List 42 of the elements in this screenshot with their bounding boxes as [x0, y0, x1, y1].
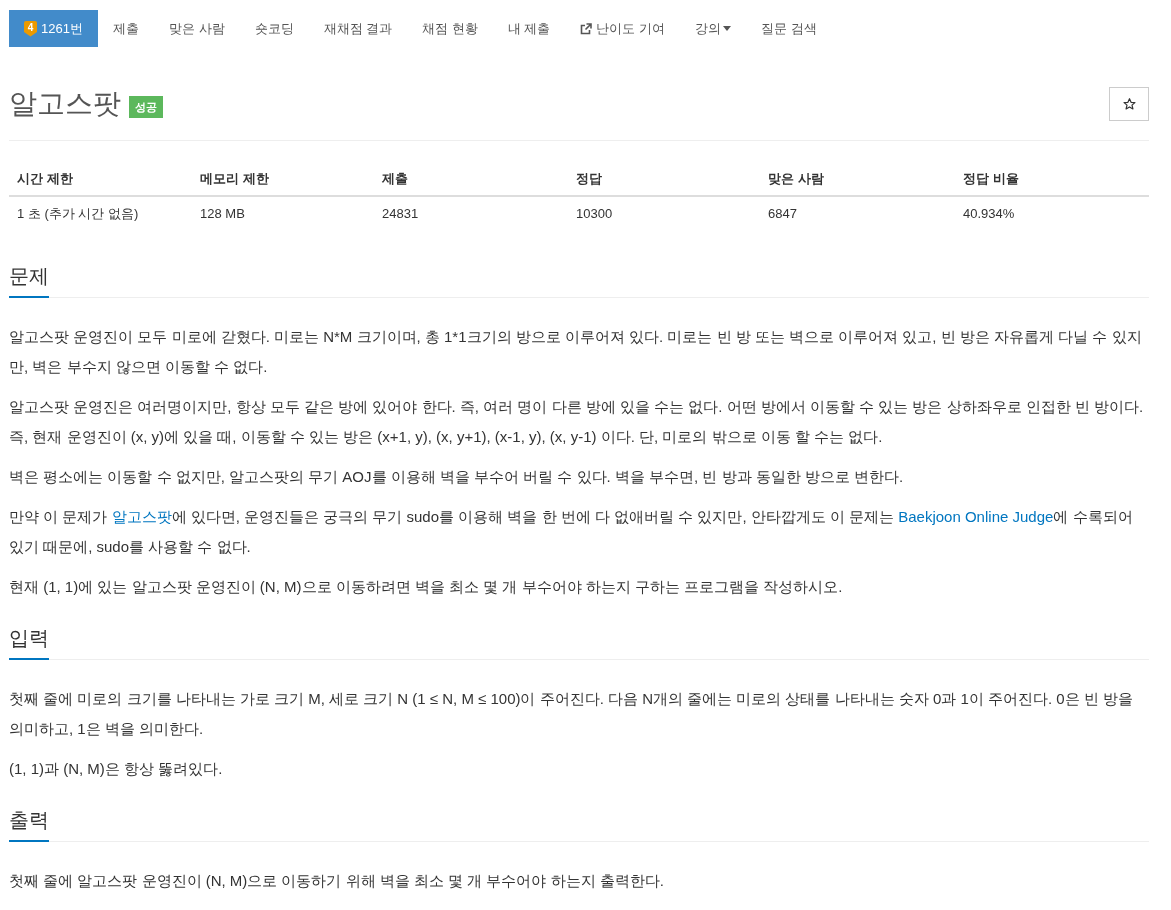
table-cell-text: 10300 — [575, 205, 614, 223]
star-icon — [1122, 98, 1136, 110]
column-header: 시간 제한 — [9, 162, 192, 197]
nav-tab[interactable]: 채점 현황 — [407, 10, 493, 47]
nav-tab[interactable]: 숏코딩 — [239, 10, 309, 47]
description-paragraph: 알고스팟 운영진은 여러명이지만, 항상 모두 같은 방에 있어야 한다. 즉, 여러 명이 다른 방에 있을 수는 없다. 어떤 방에서 이동할 수 있는 방은 상하좌우로 인접한 빈 방이다. 즉, 현재 운영진이 (x, y)에 있을 때, 이동할 수 있는 방은 (x+1, y), (x, y+1), (x-1, y), (x, y-1) 이다. 단, 미로의 밖으로 이동 할 수는 없다. — [9, 397, 1145, 447]
table-cell-text: 1 초 (추가 시간 없음) — [16, 205, 140, 223]
table-cell-text: 6847 — [767, 205, 798, 223]
description-paragraph: 벽은 평소에는 이동할 수 없지만, 알고스팟의 무기 AOJ를 이용해 벽을 부수어 버릴 수 있다. 벽을 부수면, 빈 방과 동일한 방으로 변한다. — [9, 467, 905, 487]
nav-tab[interactable]: 재채점 결과 — [308, 10, 408, 47]
column-header: 맞은 사람 — [760, 162, 955, 197]
star-button[interactable] — [1109, 87, 1149, 121]
description-paragraph: 첫째 줄에 알고스팟 운영진이 (N, M)으로 이동하기 위해 벽을 최소 몇 개 부수어야 하는지 출력한다. — [9, 871, 665, 891]
description-paragraph: 만약 이 문제가 알고스팟에 있다면, 운영진들은 궁극의 무기 sudo를 이용해 벽을 한 번에 다 없애버릴 수 있지만, 안타깝게도 이 문제는 Baekjoon Online Judge에 수록되어 있기 때문에, sudo를 사용할 수 없다. — [9, 507, 1134, 557]
problem-title: 알고스팟 — [9, 87, 121, 121]
nav-tab[interactable]: 난이도 기여 — [565, 10, 681, 47]
table-cell-text: 24831 — [381, 205, 420, 223]
nav-tab[interactable]: 4 1261번 — [9, 10, 98, 47]
column-header: 정답 — [568, 162, 760, 197]
external-link-icon — [580, 22, 593, 35]
section-heading: 문제 — [9, 264, 49, 298]
section-heading: 출력 — [9, 808, 49, 842]
column-header: 제출 — [374, 162, 568, 197]
description-paragraph: 첫째 줄에 미로의 크기를 나타내는 가로 크기 M, 세로 크기 N (1 ≤ N, M ≤ 100)이 주어진다. 다음 N개의 줄에는 미로의 상태를 나타내는 숫자 0과 1이 주어진다. 0은 빈 방을 의미하고, 1은 벽을 의미한다. — [9, 689, 1135, 739]
description-paragraph: (1, 1)과 (N, M)은 항상 뚫려있다. — [9, 759, 224, 779]
nav-tab[interactable]: 제출 — [97, 10, 154, 47]
text-link[interactable]: 알고스팟 — [111, 508, 172, 525]
column-header: 메모리 제한 — [192, 162, 374, 197]
table-cell-text: 40.934% — [962, 205, 1016, 223]
text-link[interactable]: Baekjoon Online Judge — [898, 508, 1054, 525]
caret-icon — [723, 26, 732, 31]
nav-tab[interactable]: 맞은 사람 — [153, 10, 240, 47]
nav-tab[interactable]: 강의 — [680, 10, 747, 47]
tier-badge: 4 — [24, 20, 37, 37]
nav-tab[interactable]: 내 제출 — [492, 10, 566, 47]
table-cell-text: 128 MB — [199, 205, 246, 223]
column-header: 정답 비율 — [955, 162, 1149, 197]
nav-tab[interactable]: 질문 검색 — [746, 10, 832, 47]
description-paragraph: 알고스팟 운영진이 모두 미로에 갇혔다. 미로는 N*M 크기이며, 총 1*1크기의 방으로 이루어져 있다. 미로는 빈 방 또는 벽으로 이루어져 있고, 빈 방은 자유롭게 다닐 수 있지만, 벽은 부수지 않으면 이동할 수 없다. — [9, 327, 1143, 377]
description-paragraph: 현재 (1, 1)에 있는 알고스팟 운영진이 (N, M)으로 이동하려면 벽을 최소 몇 개 부수어야 하는지 구하는 프로그램을 작성하시오. — [9, 577, 844, 597]
section-heading: 입력 — [9, 626, 49, 660]
status-badge: 성공 — [129, 96, 163, 118]
